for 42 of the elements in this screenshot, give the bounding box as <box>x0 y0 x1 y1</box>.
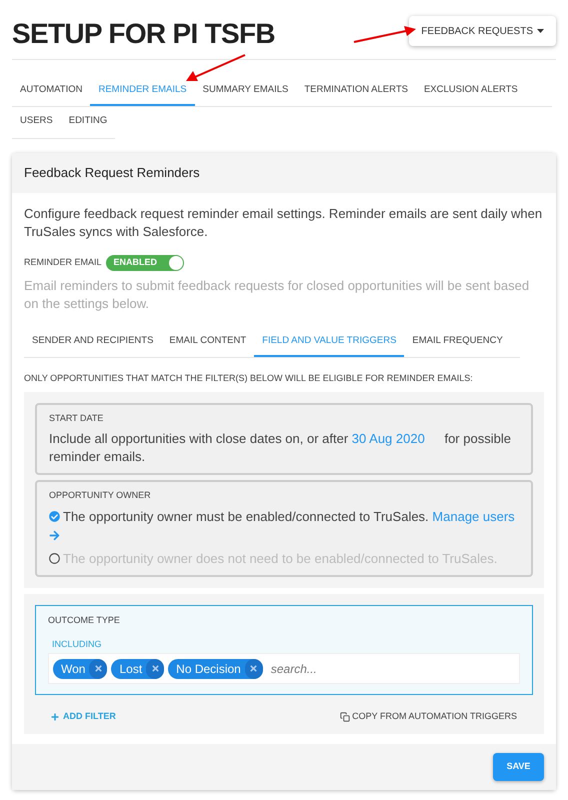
tab[interactable]: SENDER AND RECIPIENTS <box>24 326 162 357</box>
tag: Won <box>53 658 108 679</box>
tab[interactable]: EMAIL CONTENT <box>161 326 254 357</box>
tab[interactable]: SUMMARY EMAILS <box>194 76 296 106</box>
caret-icon <box>537 29 544 33</box>
filter-heading: OPPORTUNITY OWNER <box>49 488 152 502</box>
option-text: The opportunity owner must be enabled/connected to TruSales. <box>63 509 429 524</box>
remove-tag-button[interactable] <box>89 658 108 679</box>
tab[interactable]: TERMINATION ALERTS <box>296 76 416 106</box>
close-icon <box>150 664 160 674</box>
start-date-text: Include all opportunities with close dates on, or after 30 Aug 2020 for possible reminder emails. <box>49 430 512 466</box>
search-input[interactable]: search... <box>270 660 515 678</box>
annotation-arrow <box>352 25 417 45</box>
annotation-arrow <box>183 53 248 83</box>
tab[interactable]: USERS <box>12 107 61 138</box>
tab[interactable]: EMAIL FREQUENCY <box>404 326 511 357</box>
plus-icon <box>51 713 59 721</box>
close-icon <box>94 664 103 674</box>
toggle-label: REMINDER EMAIL <box>24 256 102 269</box>
tab[interactable]: EXCLUSION ALERTS <box>416 76 526 106</box>
radio-checked-icon[interactable] <box>49 511 60 522</box>
copy-triggers-button[interactable]: COPY FROM AUTOMATION TRIGGERS <box>340 710 517 724</box>
description-text: Configure feedback request reminder email settings. Reminder emails are sent daily when TruSales syncs with Salesforce. <box>24 204 544 240</box>
tag: Lost <box>111 658 164 679</box>
tag: No Decision <box>168 658 263 679</box>
remove-tag-button[interactable] <box>244 658 263 679</box>
tab[interactable]: AUTOMATION <box>12 76 90 106</box>
filter-heading: OUTCOME TYPE <box>48 614 121 628</box>
toggle-note: Email reminders to submit feedback requests for closed opportunities will be sent based on the settings below. <box>24 276 530 312</box>
tag-input[interactable]: Won Lost No Decision search... <box>48 653 520 684</box>
radio-empty-icon[interactable] <box>49 553 60 564</box>
page-title: SETUP FOR PI TSFB <box>12 18 275 50</box>
copy-icon <box>340 712 350 722</box>
close-icon <box>249 664 258 674</box>
including-label: INCLUDING <box>52 638 103 651</box>
card-title: Feedback Request Reminders <box>24 164 200 180</box>
tab[interactable]: EDITING <box>60 107 116 138</box>
filter-heading: START DATE <box>49 412 104 426</box>
feedback-requests-dropdown[interactable]: FEEDBACK REQUESTS <box>409 16 556 46</box>
filter-note: ONLY OPPORTUNITIES THAT MATCH THE FILTER(S) BELOW WILL BE ELIGIBLE FOR REMINDER EMAILS: <box>24 372 474 385</box>
remove-tag-button[interactable] <box>146 658 164 679</box>
arrow-right-icon[interactable] <box>49 530 60 542</box>
